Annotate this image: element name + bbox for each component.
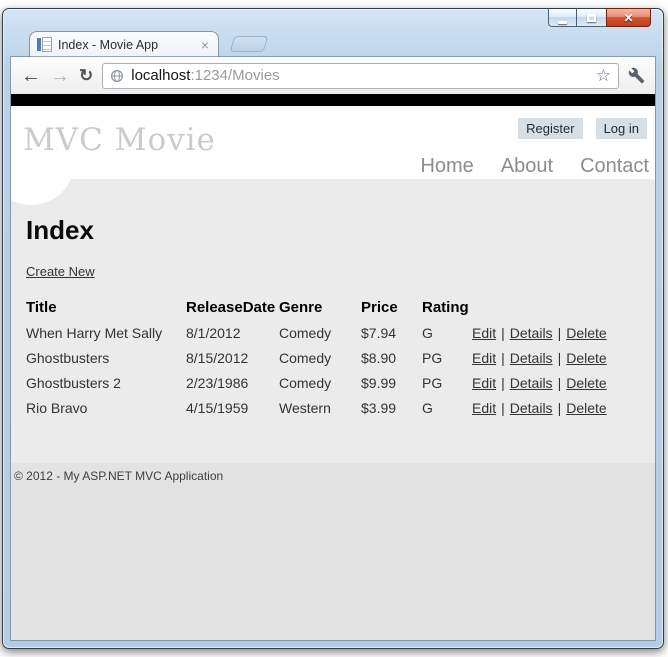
page-header: MVC Movie Register Log in Home About Con… bbox=[11, 106, 655, 179]
column-header-price: Price bbox=[361, 299, 398, 316]
action-separator: | bbox=[501, 399, 505, 416]
delete-link[interactable]: Delete bbox=[566, 325, 606, 341]
close-icon: ✕ bbox=[623, 10, 634, 25]
window-titlebar: ✕ bbox=[3, 8, 663, 29]
column-header-date: ReleaseDate bbox=[186, 299, 276, 316]
table-header-row: Title ReleaseDate Genre Price Rating bbox=[26, 295, 648, 320]
column-header-genre: Genre bbox=[279, 299, 323, 316]
new-tab-button[interactable] bbox=[229, 36, 269, 52]
cell-actions: Edit | Details | Delete bbox=[472, 395, 648, 420]
cell-release-date: 2/23/1986 bbox=[186, 374, 249, 391]
page-title: Index bbox=[26, 215, 94, 245]
reload-icon[interactable]: ↻ bbox=[79, 67, 93, 84]
address-bar[interactable]: localhost:1234/Movies ☆ bbox=[102, 62, 619, 89]
column-header-actions bbox=[472, 295, 648, 320]
cell-price: $8.90 bbox=[361, 349, 397, 366]
nav-about[interactable]: About bbox=[501, 155, 553, 178]
details-link[interactable]: Details bbox=[510, 375, 553, 391]
maximize-icon bbox=[587, 13, 596, 22]
page-content: Index Create New Title ReleaseDate Genre… bbox=[11, 179, 655, 463]
copyright-text: © 2012 - My ASP.NET MVC Application bbox=[14, 469, 224, 483]
bookmark-star-icon[interactable]: ☆ bbox=[596, 67, 611, 84]
back-icon[interactable]: ← bbox=[21, 66, 41, 86]
action-separator: | bbox=[501, 324, 505, 341]
nav-home[interactable]: Home bbox=[420, 155, 473, 178]
action-separator: | bbox=[501, 374, 505, 391]
site-logo[interactable]: MVC Movie bbox=[23, 122, 216, 158]
cell-rating: G bbox=[422, 399, 433, 416]
page-top-black-bar bbox=[11, 94, 655, 106]
cell-genre: Comedy bbox=[279, 349, 332, 366]
movies-table: Title ReleaseDate Genre Price Rating Whe… bbox=[26, 295, 648, 420]
url-host: localhost bbox=[131, 67, 191, 84]
globe-icon bbox=[111, 69, 124, 82]
cell-actions: Edit | Details | Delete bbox=[472, 320, 648, 345]
cell-release-date: 8/15/2012 bbox=[186, 349, 249, 366]
forward-icon[interactable]: → bbox=[50, 66, 70, 86]
browser-tab[interactable]: Index - Movie App × bbox=[29, 31, 219, 57]
cell-rating: PG bbox=[422, 349, 443, 366]
auth-links: Register Log in bbox=[518, 118, 647, 139]
table-row: Ghostbusters 8/15/2012 Comedy $8.90 PG E… bbox=[26, 345, 648, 370]
table-row: When Harry Met Sally 8/1/2012 Comedy $7.… bbox=[26, 320, 648, 345]
movies-table-body: When Harry Met Sally 8/1/2012 Comedy $7.… bbox=[26, 320, 648, 420]
cell-rating: PG bbox=[422, 374, 443, 391]
edit-link[interactable]: Edit bbox=[472, 400, 496, 416]
action-separator: | bbox=[501, 349, 505, 366]
column-header-title: Title bbox=[26, 299, 57, 316]
delete-link[interactable]: Delete bbox=[566, 375, 606, 391]
details-link[interactable]: Details bbox=[510, 325, 553, 341]
edit-link[interactable]: Edit bbox=[472, 350, 496, 366]
cell-rating: G bbox=[422, 324, 433, 341]
table-row: Rio Bravo 4/15/1959 Western $3.99 G Edit… bbox=[26, 395, 648, 420]
action-separator: | bbox=[557, 374, 562, 391]
register-button[interactable]: Register bbox=[518, 118, 583, 139]
tab-strip: Index - Movie App × bbox=[3, 29, 663, 57]
cell-price: $7.94 bbox=[361, 324, 397, 341]
cell-actions: Edit | Details | Delete bbox=[472, 370, 648, 395]
cell-title: When Harry Met Sally bbox=[26, 324, 163, 341]
delete-link[interactable]: Delete bbox=[566, 400, 606, 416]
details-link[interactable]: Details bbox=[510, 400, 553, 416]
table-row: Ghostbusters 2 2/23/1986 Comedy $9.99 PG… bbox=[26, 370, 648, 395]
cell-release-date: 8/1/2012 bbox=[186, 324, 241, 341]
details-link[interactable]: Details bbox=[510, 350, 553, 366]
maximize-button[interactable] bbox=[577, 8, 606, 27]
nav-contact[interactable]: Contact bbox=[580, 155, 649, 178]
browser-toolbar: ← → ↻ localhost:1234/Movies ☆ bbox=[11, 57, 655, 94]
window-controls: ✕ bbox=[548, 8, 651, 27]
action-separator: | bbox=[557, 349, 562, 366]
cell-title: Ghostbusters bbox=[26, 349, 110, 366]
url-text: localhost:1234/Movies bbox=[131, 67, 279, 84]
wrench-menu-icon[interactable] bbox=[628, 67, 645, 84]
edit-link[interactable]: Edit bbox=[472, 325, 496, 341]
cell-genre: Comedy bbox=[279, 374, 332, 391]
url-path: :1234/Movies bbox=[190, 67, 280, 84]
minimize-button[interactable] bbox=[548, 8, 577, 27]
cell-actions: Edit | Details | Delete bbox=[472, 345, 648, 370]
cell-genre: Western bbox=[279, 399, 331, 416]
cell-title: Ghostbusters 2 bbox=[26, 374, 121, 391]
browser-window: ✕ Index - Movie App × ← → ↻ localhost:12… bbox=[2, 8, 664, 649]
cell-release-date: 4/15/1959 bbox=[186, 399, 249, 416]
cell-price: $9.99 bbox=[361, 374, 397, 391]
edit-link[interactable]: Edit bbox=[472, 375, 496, 391]
login-button[interactable]: Log in bbox=[595, 118, 647, 139]
page-footer: © 2012 - My ASP.NET MVC Application bbox=[11, 463, 655, 640]
main-nav: Home About Contact bbox=[420, 155, 649, 178]
browser-client-area: ← → ↻ localhost:1234/Movies ☆ MVC Movie bbox=[11, 57, 655, 640]
tab-title: Index - Movie App bbox=[58, 37, 159, 52]
tab-favicon-icon bbox=[37, 37, 52, 52]
cell-price: $3.99 bbox=[361, 399, 397, 416]
minimize-icon bbox=[558, 20, 567, 24]
create-new-link[interactable]: Create New bbox=[26, 264, 95, 279]
delete-link[interactable]: Delete bbox=[566, 350, 606, 366]
action-separator: | bbox=[557, 399, 562, 416]
tab-close-icon[interactable]: × bbox=[199, 38, 211, 52]
cell-genre: Comedy bbox=[279, 324, 332, 341]
column-header-rating: Rating bbox=[422, 299, 469, 316]
cell-title: Rio Bravo bbox=[26, 399, 88, 416]
action-separator: | bbox=[557, 324, 562, 341]
close-button[interactable]: ✕ bbox=[606, 8, 651, 27]
